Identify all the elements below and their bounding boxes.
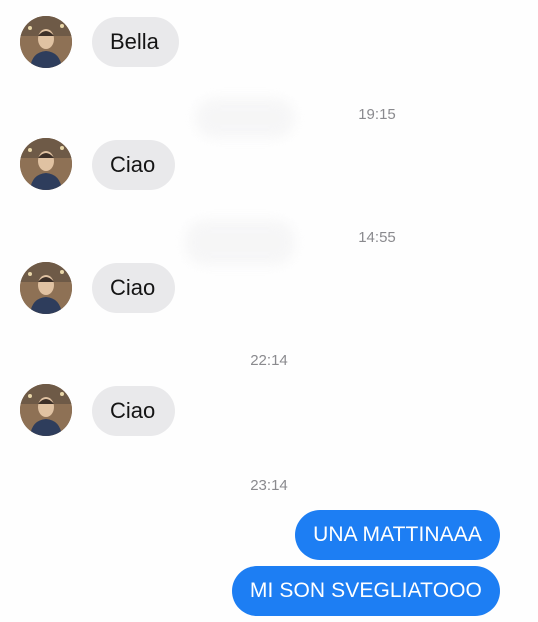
user-avatar-photo-icon [20, 384, 72, 436]
user-avatar-photo-icon [20, 16, 72, 68]
message-timestamp: 22:14 [250, 352, 288, 369]
message-text: UNA MATTINAAA [313, 523, 482, 546]
contact-avatar[interactable] [20, 138, 72, 190]
message-text: MI SON SVEGLIATOOO [249, 579, 482, 602]
message-text: Ciao [110, 398, 156, 423]
outgoing-message-bubble[interactable]: MI SON SVEGLIATOOO [231, 566, 500, 616]
message-text: Bella [110, 29, 159, 54]
incoming-message-bubble[interactable]: Ciao [92, 263, 176, 313]
incoming-message-bubble[interactable]: Ciao [92, 386, 176, 436]
user-avatar-photo-icon [20, 138, 72, 190]
message-text: Ciao [110, 152, 156, 177]
contact-avatar[interactable] [20, 262, 72, 314]
message-timestamp: 23:14 [250, 477, 288, 494]
outgoing-message-bubble[interactable]: UNA MATTINAAA [295, 510, 500, 560]
incoming-message-bubble[interactable]: Ciao [92, 140, 176, 190]
user-avatar-photo-icon [20, 262, 72, 314]
chat-conversation: Bella 19:15 Ciao 14:55 Ciao 22:14 Ciao 2… [0, 0, 538, 622]
incoming-message-bubble[interactable]: Bella [92, 17, 179, 67]
message-timestamp: 19:15 [358, 106, 396, 123]
contact-avatar[interactable] [20, 384, 72, 436]
contact-avatar[interactable] [20, 16, 72, 68]
message-text: Ciao [110, 275, 156, 300]
message-timestamp: 14:55 [358, 229, 396, 246]
